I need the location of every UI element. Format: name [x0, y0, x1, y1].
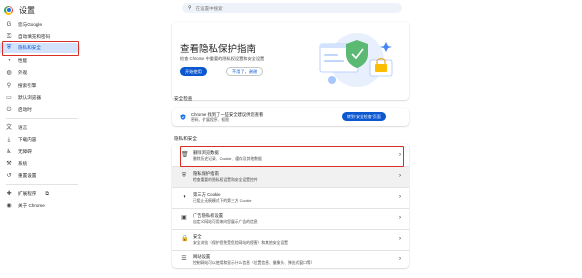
sidebar-item-label: 关于 Chrome — [18, 203, 45, 208]
sidebar-item-label: 扩展程序 — [18, 191, 37, 196]
accessibility-icon: ♿ — [6, 149, 12, 155]
divider — [6, 184, 78, 185]
chevron-right-icon: › — [399, 256, 401, 262]
row-subtitle: 删除历史记录、Cookie、缓存及其他数据 — [193, 156, 262, 161]
reset-icon: ↺ — [6, 173, 12, 179]
list-item-privacy-guide[interactable]: ⛨ 隐私保护指南 检查重要的隐私权设置和安全设置控件 › — [172, 167, 409, 187]
list-item-ad-privacy[interactable]: ▣ 广告隐私权设置 自定义网站可用来向您展示广告的信息 › — [172, 209, 409, 229]
no-thanks-button[interactable]: 不用了，谢谢 — [226, 67, 264, 76]
privacy-settings-list: 🗑 删除浏览数据 删除历史记录、Cookie、缓存及其他数据 › ⛨ 隐私保护指… — [172, 144, 409, 268]
sidebar-item-extensions[interactable]: ✚ 扩展程序 ⧉ — [0, 189, 80, 199]
shield-icon: ⛨ — [6, 45, 12, 51]
search-bar[interactable]: ⚲ — [182, 3, 402, 13]
wrench-icon: ⚒ — [6, 161, 12, 167]
list-item-security[interactable]: 🔒 安全 安全浏览（保护您免受危险网站的侵害）和其他安全设置 › — [172, 230, 409, 250]
safety-check-heading: 安全检查 — [174, 96, 193, 101]
sidebar-item-label: 无障碍 — [18, 149, 32, 154]
shield-check-icon — [180, 114, 186, 120]
sidebar-item-label: 搜索引擎 — [18, 83, 37, 88]
sidebar: 设置 G 您与Google ⚿ 自动填充和密码 ⛨ 隐私和安全 ◔ 性能 ◍ 外… — [0, 0, 82, 278]
download-icon: ⤓ — [7, 137, 11, 143]
sidebar-item-label: 外观 — [18, 70, 28, 75]
browser-icon: ▭ — [6, 95, 12, 101]
sidebar-item-accessibility[interactable]: ♿ 无障碍 — [0, 147, 80, 157]
search-icon: ⚲ — [188, 5, 192, 11]
row-title: 隐私保护指南 — [193, 171, 219, 176]
privacy-guide-title: 查看隐私保护指南 — [180, 44, 257, 55]
lock-icon: 🔒 — [181, 236, 189, 242]
sidebar-item-label: 下载内容 — [18, 137, 37, 142]
row-subtitle: 控制网站可以使用和显示什么信息（位置信息、摄像头、弹出式窗口等） — [193, 260, 315, 265]
palette-icon: ◍ — [6, 70, 12, 76]
list-item-clear-browsing-data[interactable]: 🗑 删除浏览数据 删除历史记录、Cookie、缓存及其他数据 › — [172, 146, 409, 166]
sidebar-item-system[interactable]: ⚒ 系统 — [0, 159, 80, 169]
chevron-right-icon: › — [399, 236, 401, 242]
row-subtitle: 安全浏览（保护您免受危险网站的侵害）和其他安全设置 — [193, 240, 288, 245]
row-title: 删除浏览数据 — [193, 150, 219, 155]
get-started-button[interactable]: 开始使用 — [180, 67, 207, 76]
row-subtitle: 检查重要的隐私权设置和安全设置控件 — [193, 177, 258, 182]
sidebar-item-search-engine[interactable]: ⚲ 搜索引擎 — [0, 81, 80, 91]
row-title: 安全 — [193, 234, 202, 239]
row-title: 第三方 Cookie — [193, 192, 221, 197]
row-subtitle: 已阻止无痕模式下的第三方 Cookie — [193, 198, 252, 203]
privacy-guide-card: 查看隐私保护指南 检查 Chrome 中重要的隐私权设置和安全设置 开始使用 不… — [172, 22, 409, 100]
chevron-right-icon: › — [399, 173, 401, 179]
sidebar-item-label: 启动时 — [18, 107, 32, 112]
sliders-icon: ☰ — [181, 256, 187, 262]
sidebar-item-you-and-google[interactable]: G 您与Google — [0, 20, 80, 30]
speedometer-icon: ◔ — [7, 58, 11, 64]
translate-icon: 文 — [6, 125, 13, 131]
sidebar-item-label: 重置设置 — [18, 173, 37, 178]
sidebar-item-languages[interactable]: 文 语言 — [0, 123, 80, 133]
sidebar-item-on-startup[interactable]: ⏻ 启动时 — [0, 105, 80, 115]
sidebar-item-label: 自动填充和密码 — [18, 34, 51, 39]
divider — [6, 118, 78, 119]
puzzle-icon: ✚ — [6, 191, 12, 197]
privacy-guide-subtitle: 检查 Chrome 中重要的隐私权设置和安全设置 — [180, 56, 265, 61]
power-icon: ⏻ — [6, 107, 12, 113]
external-link-icon: ⧉ — [45, 191, 49, 197]
chrome-icon: ◉ — [6, 203, 12, 209]
google-g-icon: G — [6, 22, 12, 28]
key-icon: ⚿ — [6, 34, 12, 40]
search-input[interactable] — [195, 5, 376, 11]
sidebar-item-privacy[interactable]: ⛨ 隐私和安全 — [0, 43, 80, 53]
list-item-site-settings[interactable]: ☰ 网站设置 控制网站可以使用和显示什么信息（位置信息、摄像头、弹出式窗口等） … — [172, 250, 409, 270]
sidebar-item-performance[interactable]: ◔ 性能 — [0, 56, 80, 66]
sidebar-item-default-browser[interactable]: ▭ 默认浏览器 — [0, 93, 80, 103]
sidebar-item-reset[interactable]: ↺ 重置设置 — [0, 171, 80, 181]
sidebar-item-label: 系统 — [18, 161, 28, 166]
chevron-right-icon: › — [399, 215, 401, 221]
row-title: 广告隐私权设置 — [193, 213, 224, 218]
go-to-safety-check-button[interactable]: 转到“安全检查”页面 — [342, 112, 386, 121]
row-subtitle: 自定义网站可用来向您展示广告的信息 — [193, 219, 258, 224]
row-title: 网站设置 — [193, 254, 211, 259]
sidebar-item-about-chrome[interactable]: ◉ 关于 Chrome — [0, 201, 80, 211]
sidebar-item-label: 语言 — [18, 125, 28, 130]
chevron-right-icon: › — [399, 152, 401, 158]
list-item-third-party-cookies[interactable]: ◑ 第三方 Cookie 已阻止无痕模式下的第三方 Cookie › — [172, 188, 409, 208]
safety-check-card: Chrome 找到了一些安全建议供您查看 密码、扩展程序、权限 转到“安全检查”… — [172, 108, 409, 126]
sidebar-item-label: 性能 — [18, 58, 28, 63]
cookie-icon: ◑ — [182, 194, 186, 200]
safety-check-details: 密码、扩展程序、权限 — [191, 118, 229, 122]
ads-icon: ▣ — [181, 215, 187, 221]
app-header: 设置 — [4, 3, 35, 17]
privacy-security-heading: 隐私和安全 — [174, 136, 197, 141]
search-icon: ⚲ — [6, 83, 12, 89]
privacy-illustration — [319, 33, 393, 87]
sidebar-item-label: 隐私和安全 — [18, 45, 41, 50]
trash-icon: 🗑 — [181, 152, 189, 158]
sidebar-item-appearance[interactable]: ◍ 外观 — [0, 68, 80, 78]
page-title: 设置 — [19, 5, 35, 15]
sidebar-item-label: 默认浏览器 — [18, 95, 41, 100]
sidebar-item-autofill[interactable]: ⚿ 自动填充和密码 — [0, 32, 80, 42]
chrome-logo-icon — [4, 5, 13, 15]
chevron-right-icon: › — [399, 194, 401, 200]
guide-icon: ⛨ — [181, 173, 187, 179]
sidebar-item-downloads[interactable]: ⤓ 下载内容 — [0, 135, 80, 145]
sidebar-item-label: 您与Google — [18, 22, 43, 27]
